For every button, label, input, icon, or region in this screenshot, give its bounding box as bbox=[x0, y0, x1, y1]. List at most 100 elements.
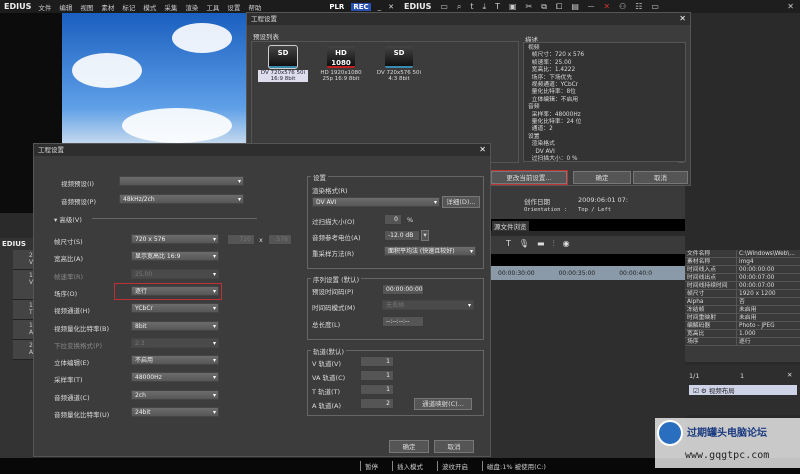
field-select[interactable]: 不启用 bbox=[131, 355, 219, 366]
grid-icon[interactable]: ☷ bbox=[635, 2, 642, 11]
menu-item[interactable]: 模式 bbox=[143, 2, 156, 12]
total-length-input[interactable]: --:--:--:-- bbox=[382, 316, 424, 327]
mic-icon[interactable]: 🎙 bbox=[519, 239, 537, 248]
monitor-icon[interactable]: ▣ bbox=[509, 2, 517, 11]
delete-icon[interactable]: ✕ bbox=[603, 2, 610, 11]
field-select[interactable]: 24bit bbox=[131, 407, 219, 417]
field-select[interactable]: 显示宽高比 16:9 bbox=[131, 251, 219, 262]
record-icon[interactable]: ◉ bbox=[563, 239, 578, 248]
track-header[interactable]: 2 V bbox=[13, 250, 33, 270]
title-icon[interactable]: T bbox=[495, 2, 500, 11]
close-button[interactable]: ✕ bbox=[388, 3, 394, 11]
title-icon[interactable]: T bbox=[506, 239, 519, 248]
preset-item[interactable]: SD DV 720x576 50i 4:3 8bit bbox=[374, 46, 424, 82]
property-row: 时间线入点 00:00:00:00 bbox=[685, 266, 800, 274]
menu-item[interactable]: 渲染 bbox=[185, 2, 198, 12]
cut-icon[interactable]: ✂ bbox=[526, 2, 533, 11]
ok-button[interactable]: 确定 bbox=[389, 440, 429, 453]
ok-button[interactable]: 确定 bbox=[573, 171, 631, 184]
menu-item[interactable]: 设置 bbox=[227, 2, 240, 12]
property-row: Alpha 否 bbox=[685, 298, 800, 306]
menu-item[interactable]: 素材 bbox=[101, 2, 114, 12]
frame-height-input[interactable]: 576 bbox=[268, 234, 292, 245]
dialog-title: 工程设置 bbox=[251, 15, 277, 23]
track-header[interactable]: 1 VA bbox=[13, 270, 37, 300]
field-select[interactable]: 2:3 bbox=[131, 337, 219, 348]
channel-map-button[interactable]: 通道映射(C)... bbox=[414, 398, 472, 410]
menu-item[interactable]: 视图 bbox=[80, 2, 93, 12]
import-icon[interactable]: ⤓ bbox=[483, 2, 487, 12]
cancel-button[interactable]: 取消 bbox=[633, 171, 688, 184]
paste-icon[interactable]: ⧠ bbox=[556, 2, 562, 12]
properties-icon[interactable]: ⚇ bbox=[619, 2, 626, 11]
minimize-button[interactable]: _ bbox=[378, 3, 382, 11]
mixer-icon[interactable]: ⫶ bbox=[553, 239, 563, 248]
field-select[interactable]: 2ch bbox=[131, 389, 219, 400]
audio-ref-input[interactable]: -12.0 dB bbox=[384, 230, 420, 241]
property-name: 帧尺寸 bbox=[685, 290, 737, 297]
render-icon[interactable]: ▬ bbox=[537, 239, 553, 248]
render-format-select[interactable]: DV AVI bbox=[312, 197, 440, 207]
tab-source-browser[interactable]: 源文件浏览 bbox=[492, 221, 529, 231]
search-icon[interactable]: ⌕ bbox=[457, 2, 461, 12]
close-icon[interactable]: ✕ bbox=[787, 371, 792, 379]
menu-item[interactable]: 编辑 bbox=[59, 2, 72, 12]
sequence-group: 序列设置 (默认) 预设时间码(P) 00:00:00:00 时间码模式(M) … bbox=[307, 274, 484, 340]
track-header[interactable]: 1 A bbox=[13, 320, 33, 340]
advanced-toggle[interactable]: ▾ 高级(V) bbox=[54, 214, 82, 224]
property-value: 00:00:07:00 bbox=[739, 283, 775, 289]
change-current-settings-button[interactable]: 更改当前设置... bbox=[490, 170, 568, 185]
video-preset-select[interactable] bbox=[119, 176, 244, 186]
time-ruler[interactable]: 00:00:30:00 00:00:35:00 00:00:40:0 bbox=[490, 266, 685, 280]
preset-line2: 4:3 8bit bbox=[388, 76, 410, 82]
close-icon[interactable]: ✕ bbox=[787, 2, 794, 11]
color-bar-icon[interactable]: ▤ bbox=[571, 2, 579, 11]
field-select[interactable]: 25.00 bbox=[131, 268, 219, 279]
property-name: 素材名称 bbox=[685, 258, 737, 265]
track-count-input[interactable]: 1 bbox=[360, 370, 394, 381]
menu-item[interactable]: 标记 bbox=[122, 2, 135, 12]
rec-indicator[interactable]: REC bbox=[351, 2, 371, 11]
field-select[interactable]: YCbCr bbox=[131, 303, 219, 314]
preset-tc-input[interactable]: 00:00:00:00 bbox=[382, 284, 424, 295]
up-icon[interactable]: t bbox=[470, 2, 473, 11]
field-select[interactable]: 48000Hz bbox=[131, 372, 219, 383]
menu-item[interactable]: 文件 bbox=[38, 2, 51, 12]
copy-icon[interactable]: ⧉ bbox=[541, 2, 547, 12]
track-count-input[interactable]: 2 bbox=[360, 398, 394, 409]
track-header[interactable]: 1 T bbox=[13, 300, 33, 320]
preset-item[interactable]: SD DV 720x576 50i 16:9 8bit bbox=[258, 45, 308, 82]
layer-item[interactable]: ☑ ⚙ 视频布局 bbox=[689, 385, 797, 395]
track-count-input[interactable]: 1 bbox=[360, 384, 394, 395]
field-select[interactable]: 8bit bbox=[131, 320, 219, 331]
highlight-box bbox=[114, 283, 222, 300]
overscan-input[interactable]: 0 bbox=[384, 214, 402, 225]
advanced-settings-dialog: 工程设置✕ 视频预设(I) 音频预设(P) 48kHz/2ch ▾ 高级(V) … bbox=[33, 143, 491, 457]
preset-item[interactable]: HD 1080 HD 1920x1080 25p 16:9 8bit bbox=[316, 46, 366, 82]
field-select[interactable]: 720 x 576 bbox=[131, 234, 219, 244]
track-header[interactable]: 2 A bbox=[13, 340, 33, 360]
menu-item[interactable]: 帮助 bbox=[248, 2, 261, 12]
resample-select[interactable]: 面积平均法 (快速且较好) bbox=[384, 246, 476, 256]
folder-icon[interactable]: ▭ bbox=[440, 2, 448, 11]
mute-icon[interactable]: ⏤ bbox=[588, 2, 594, 12]
preset-list-label: 预设列表 bbox=[253, 33, 279, 41]
close-icon[interactable]: ✕ bbox=[679, 13, 686, 25]
property-name: 时间重映射 bbox=[685, 314, 737, 321]
property-name: 时间线入点 bbox=[685, 266, 737, 273]
frame-width-input[interactable]: 720 bbox=[227, 234, 255, 245]
tracks-title: 轨道(默认) bbox=[311, 346, 347, 356]
detail-button[interactable]: 详细(D)... bbox=[442, 196, 480, 208]
audio-preset-select[interactable]: 48kHz/2ch bbox=[119, 194, 244, 204]
track-count-input[interactable]: 1 bbox=[360, 356, 394, 367]
close-icon[interactable]: ✕ bbox=[479, 144, 486, 156]
audio-ref-dropdown[interactable]: ▾ bbox=[421, 230, 429, 241]
layer-count: 1 bbox=[740, 372, 745, 380]
property-row: 冻结帧 未启用 bbox=[685, 306, 800, 314]
cancel-button[interactable]: 取消 bbox=[434, 440, 474, 453]
plr-indicator[interactable]: PLR bbox=[329, 3, 344, 11]
tc-mode-select[interactable]: 无丢帧 bbox=[382, 300, 474, 310]
menu-item[interactable]: 采集 bbox=[164, 2, 177, 12]
view-icon[interactable]: ▭ bbox=[651, 2, 659, 11]
menu-item[interactable]: 工具 bbox=[206, 2, 219, 12]
